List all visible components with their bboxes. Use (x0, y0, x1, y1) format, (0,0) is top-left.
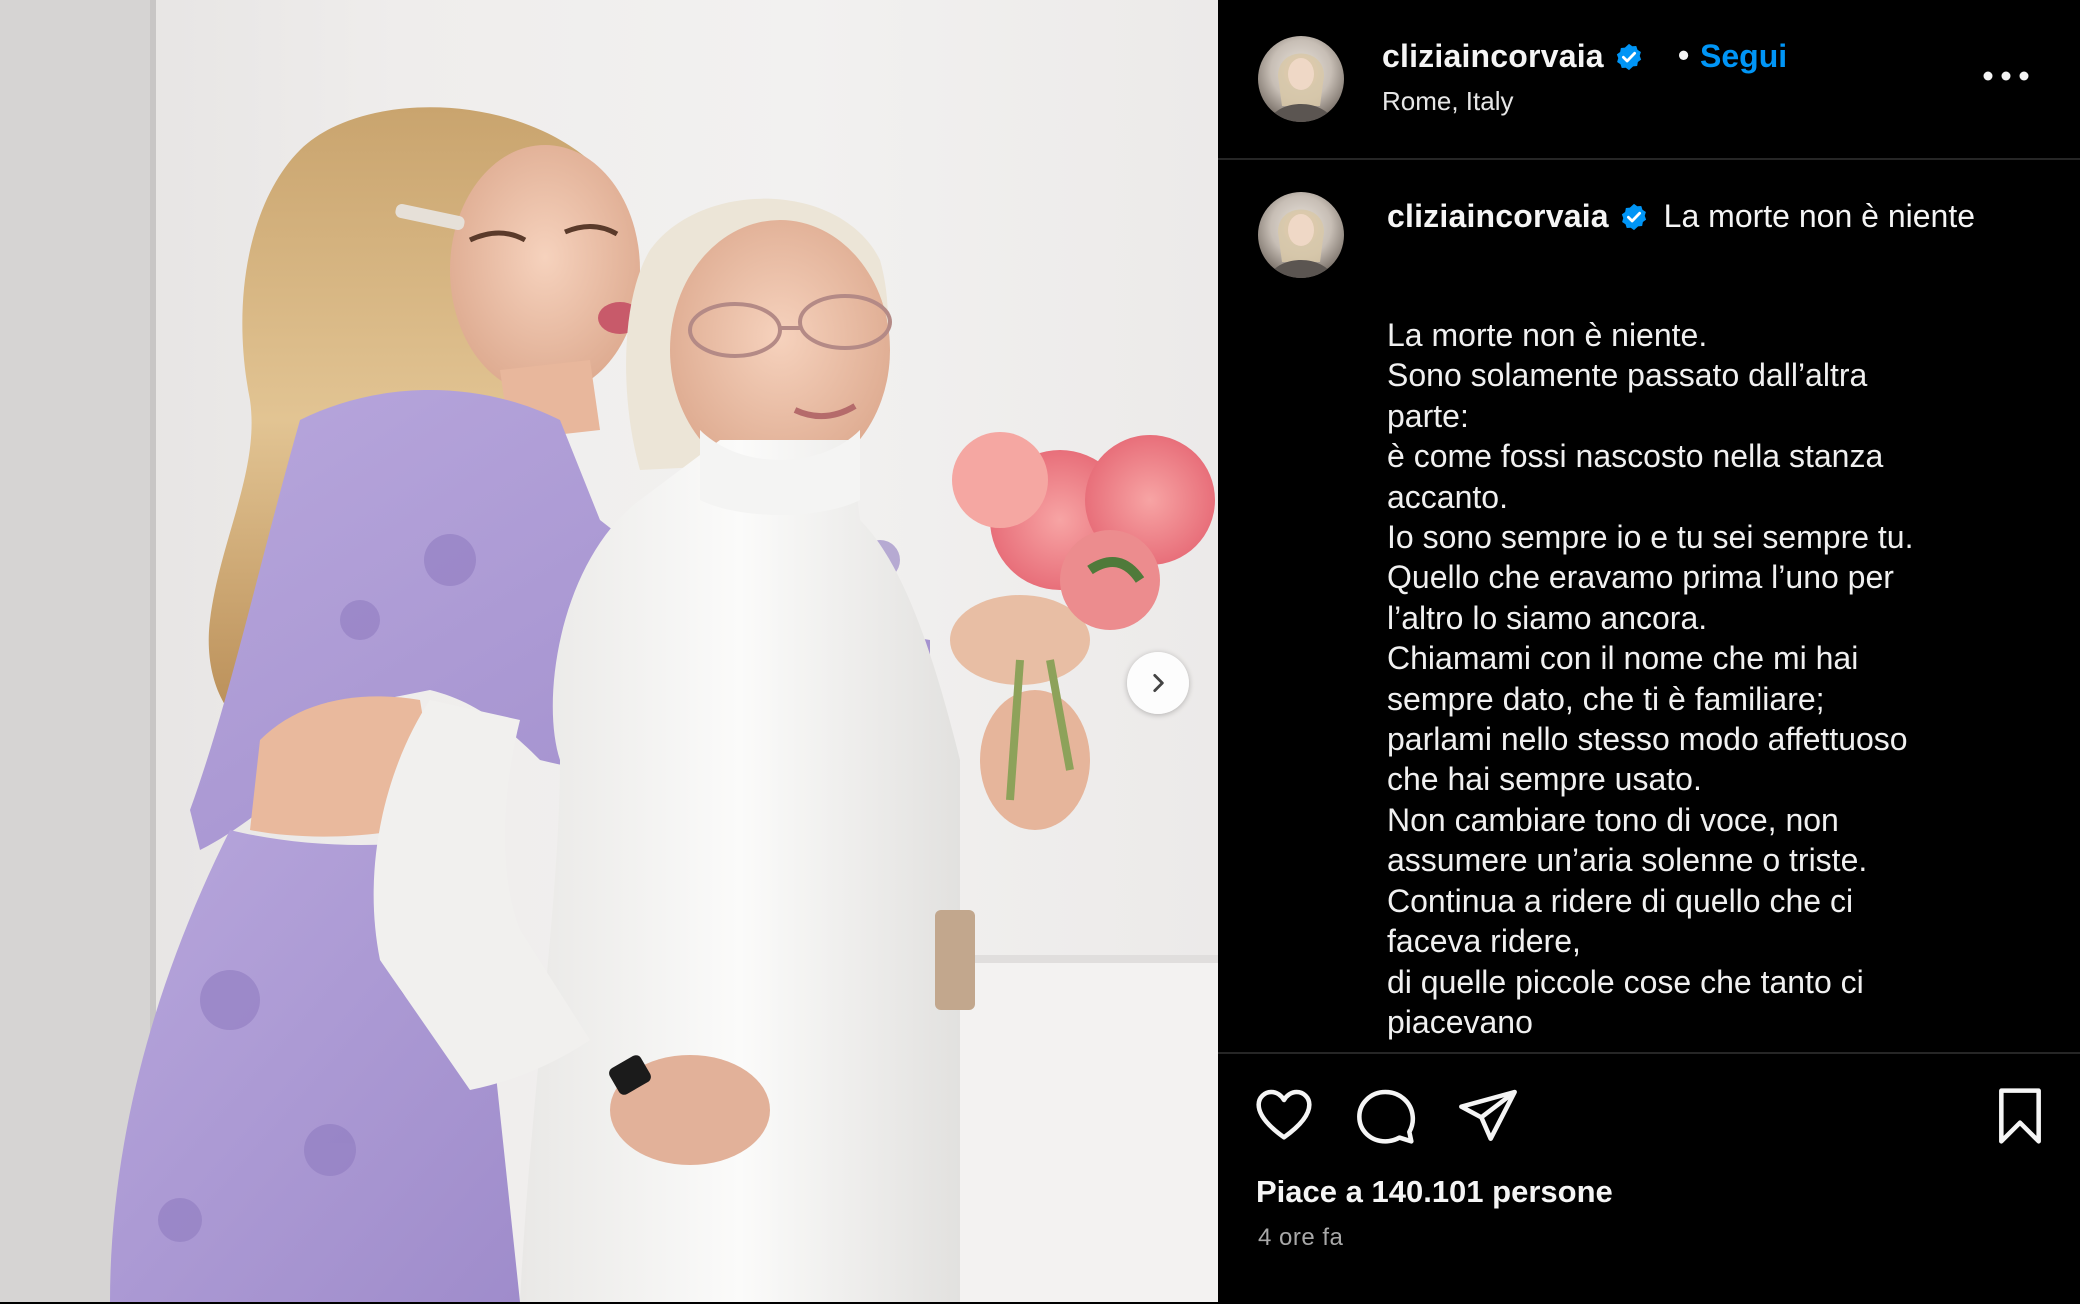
caption-line: parte: (1387, 397, 1469, 434)
more-options-button[interactable] (1978, 48, 2034, 88)
caption-line: Chiamami con il nome che mi hai (1387, 640, 1859, 677)
caption-line: piacevano (1387, 1003, 1533, 1040)
comment-icon (1357, 1089, 1416, 1144)
verified-badge-icon (1621, 203, 1646, 231)
caption-header: cliziaincorvaia La morte non è niente (1387, 195, 2027, 237)
share-icon (1459, 1089, 1517, 1141)
follow-button[interactable]: Segui (1700, 38, 1787, 75)
share-button[interactable] (1456, 1084, 1520, 1148)
caption-line: di quelle piccole cose che tanto ci (1387, 963, 1864, 1000)
caption-title: La morte non è niente (1663, 198, 1975, 234)
caption-line: Non cambiare tono di voce, non (1387, 801, 1839, 838)
caption-line: Quello che eravamo prima l’uno per (1387, 559, 1894, 596)
next-photo-button[interactable] (1127, 652, 1189, 714)
caption-line: l’altro lo siamo ancora. (1387, 599, 1708, 636)
caption-line: è come fossi nascosto nella stanza (1387, 438, 1884, 475)
caption-line: faceva ridere, (1387, 923, 1581, 960)
post-side-panel: cliziaincorvaia • Segui Rome, Italy cliz… (1218, 0, 2080, 1302)
like-button[interactable] (1252, 1084, 1316, 1148)
avatar[interactable] (1258, 192, 1344, 278)
verified-badge-icon (1616, 43, 1641, 71)
action-bar: Piace a 140.101 persone 4 ore fa (1218, 1052, 2080, 1304)
caption-text: La morte non è niente. Sono solamente pa… (1387, 315, 2047, 1042)
location-link[interactable]: Rome, Italy (1382, 86, 1514, 117)
caption-username-link[interactable]: cliziaincorvaia (1387, 198, 1649, 234)
avatar-image (1268, 53, 1334, 122)
heart-icon (1256, 1089, 1312, 1140)
post-media[interactable] (0, 0, 1218, 1302)
post-photo (0, 0, 1218, 1302)
bookmark-icon (1999, 1088, 2041, 1144)
caption-line: sempre dato, che ti è familiare; (1387, 680, 1825, 717)
avatar[interactable] (1258, 36, 1344, 122)
caption-line: parlami nello stesso modo affettuoso (1387, 721, 1908, 758)
caption-line: che hai sempre usato. (1387, 761, 1702, 798)
avatar-image (1268, 209, 1334, 278)
caption-line: accanto. (1387, 478, 1508, 515)
caption-line: La morte non è niente. (1387, 317, 1708, 353)
caption-line: Sono solamente passato dall’altra (1387, 357, 1868, 394)
post-timestamp[interactable]: 4 ore fa (1258, 1224, 1343, 1252)
caption-line: Io sono sempre io e tu sei sempre tu. (1387, 519, 1914, 556)
caption-line: Continua a ridere di quello che ci (1387, 882, 1854, 919)
save-button[interactable] (1988, 1084, 2052, 1148)
caption-area: cliziaincorvaia La morte non è niente La… (1218, 160, 2080, 1050)
username-link[interactable]: cliziaincorvaia (1382, 38, 1644, 75)
likes-count[interactable]: Piace a 140.101 persone (1256, 1174, 1613, 1210)
instagram-post: cliziaincorvaia • Segui Rome, Italy cliz… (0, 0, 2080, 1302)
separator-dot: • (1678, 37, 1690, 73)
username-text: cliziaincorvaia (1382, 38, 1604, 74)
chevron-right-icon (1153, 674, 1164, 692)
comment-button[interactable] (1354, 1084, 1418, 1148)
post-header: cliziaincorvaia • Segui Rome, Italy (1218, 0, 2080, 160)
caption-line: assumere un’aria solenne o triste. (1387, 842, 1868, 879)
more-options-icon (1983, 71, 2029, 81)
caption-username-text: cliziaincorvaia (1387, 198, 1609, 234)
